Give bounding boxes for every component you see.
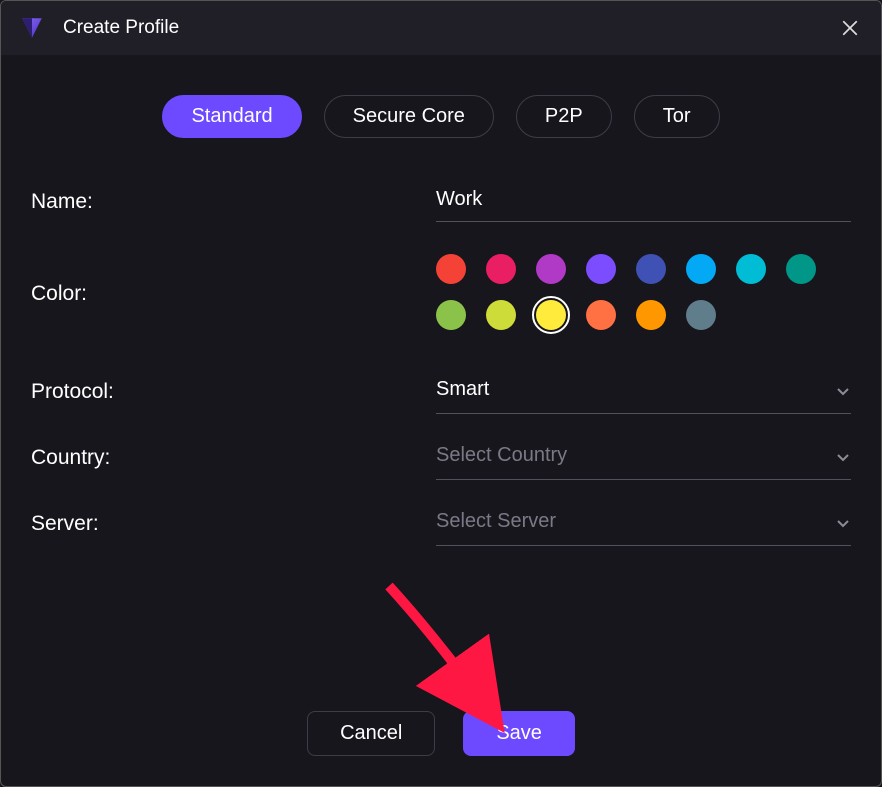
color-swatch[interactable] (586, 254, 616, 284)
color-swatch[interactable] (686, 254, 716, 284)
close-icon[interactable] (837, 15, 863, 41)
color-swatch[interactable] (636, 254, 666, 284)
dialog-title: Create Profile (63, 17, 179, 39)
server-select[interactable]: Select Server (436, 508, 851, 546)
color-swatch[interactable] (436, 254, 466, 284)
tab-secure-core[interactable]: Secure Core (324, 95, 494, 138)
color-swatch[interactable] (586, 300, 616, 330)
titlebar: Create Profile (1, 1, 881, 55)
chevron-down-icon (835, 382, 851, 398)
chevron-down-icon (835, 514, 851, 530)
cancel-button[interactable]: Cancel (307, 711, 435, 756)
color-swatch[interactable] (436, 300, 466, 330)
country-placeholder: Select Country (436, 444, 567, 467)
server-placeholder: Select Server (436, 510, 556, 533)
save-button[interactable]: Save (463, 711, 575, 756)
protocol-row: Protocol: Smart (31, 376, 851, 414)
color-swatch[interactable] (486, 254, 516, 284)
country-label: Country: (31, 442, 436, 470)
protocol-label: Protocol: (31, 376, 436, 404)
color-label: Color: (31, 278, 436, 306)
name-input[interactable] (436, 186, 851, 222)
server-label: Server: (31, 508, 436, 536)
country-row: Country: Select Country (31, 442, 851, 480)
tab-p2p[interactable]: P2P (516, 95, 612, 138)
chevron-down-icon (835, 448, 851, 464)
color-swatch[interactable] (536, 300, 566, 330)
color-swatch[interactable] (636, 300, 666, 330)
name-label: Name: (31, 186, 436, 214)
dialog-footer: Cancel Save (1, 711, 881, 786)
app-logo-icon (19, 15, 45, 41)
color-swatches (436, 254, 851, 330)
tab-tor[interactable]: Tor (634, 95, 720, 138)
color-swatch[interactable] (536, 254, 566, 284)
name-row: Name: (31, 186, 851, 222)
protocol-select[interactable]: Smart (436, 376, 851, 414)
tab-standard[interactable]: Standard (162, 95, 301, 138)
color-row: Color: (31, 254, 851, 330)
profile-type-tabs: Standard Secure Core P2P Tor (31, 95, 851, 138)
server-row: Server: Select Server (31, 508, 851, 546)
color-swatch[interactable] (686, 300, 716, 330)
protocol-value: Smart (436, 378, 489, 401)
color-swatch[interactable] (786, 254, 816, 284)
color-swatch[interactable] (486, 300, 516, 330)
country-select[interactable]: Select Country (436, 442, 851, 480)
color-swatch[interactable] (736, 254, 766, 284)
